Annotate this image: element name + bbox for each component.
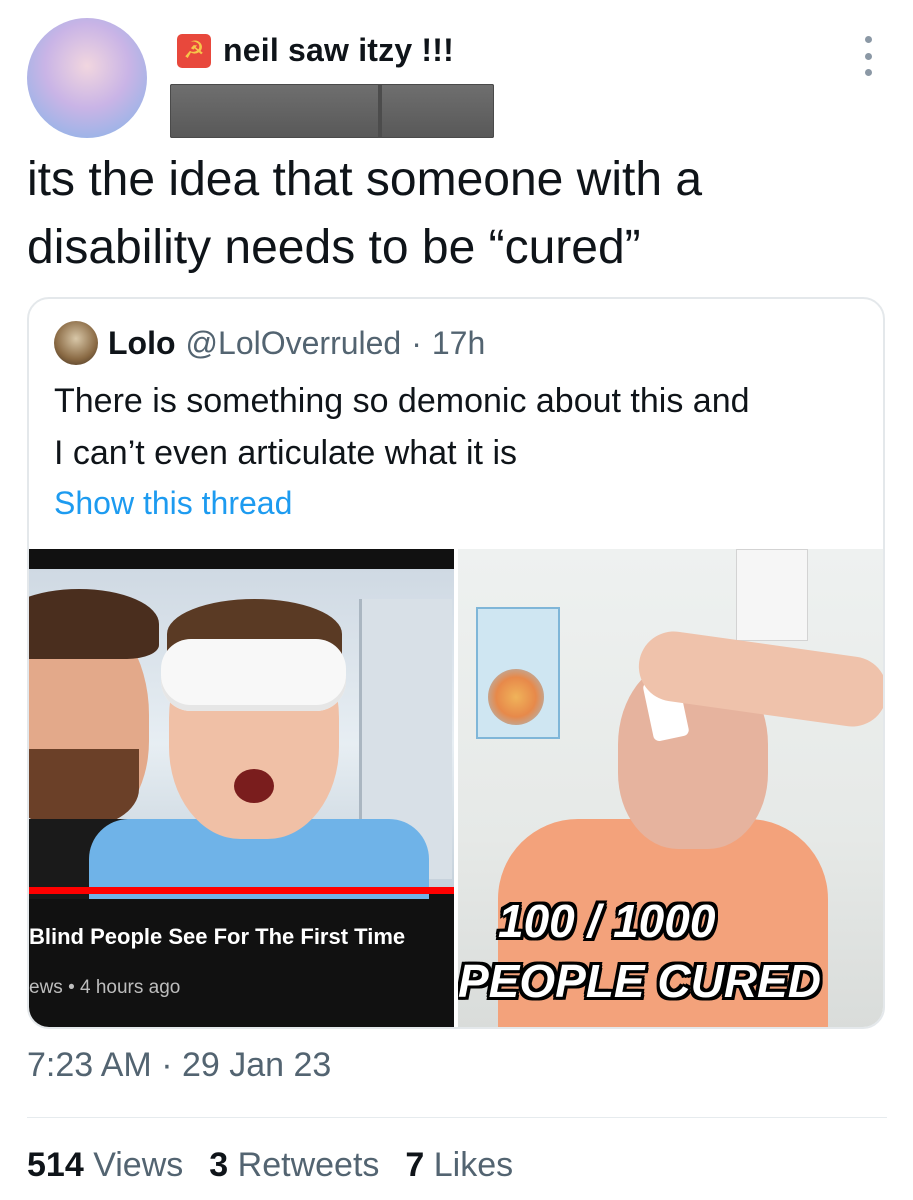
quote-separator: · xyxy=(411,324,422,361)
likes-stat[interactable]: 7 Likes xyxy=(405,1146,513,1185)
video-progress-bar xyxy=(29,887,454,894)
quote-header: Lolo @LolOverruled · 17h xyxy=(54,321,485,365)
more-options-icon[interactable] xyxy=(856,36,880,76)
quote-text-line-2: I can’t even articulate what it is xyxy=(54,434,518,472)
wall-poster-shape xyxy=(736,549,808,641)
likes-count: 7 xyxy=(405,1146,425,1184)
quoted-tweet-card[interactable]: Lolo @LolOverruled · 17h There is someth… xyxy=(27,297,885,1029)
views-stat[interactable]: 514 Views xyxy=(27,1146,183,1185)
overlay-counter-text: 100 / 1000 xyxy=(498,895,716,947)
video-meta: ews • 4 hours ago xyxy=(29,977,181,998)
video-title: Blind People See For The First Time xyxy=(29,924,406,949)
quote-text: There is something so demonic about this… xyxy=(54,375,864,479)
author-avatar[interactable] xyxy=(27,18,147,138)
author-row: ☭ neil saw itzy !!! xyxy=(177,32,454,69)
tweet-stats: 514 Views 3 Retweets 7 Likes xyxy=(27,1146,513,1185)
tweet-text: its the idea that someone with a disabil… xyxy=(27,146,887,282)
likes-label: Likes xyxy=(433,1146,514,1184)
overlay-cured-text: PEOPLE CURED xyxy=(458,955,821,1007)
boy-mouth-shape xyxy=(234,769,274,803)
views-label: Views xyxy=(93,1146,184,1184)
media-image-clinic[interactable]: 100 / 1000 PEOPLE CURED xyxy=(458,549,883,1027)
tweet-page: ☭ neil saw itzy !!! its the idea that so… xyxy=(0,0,913,1200)
quote-time[interactable]: 17h xyxy=(432,325,485,362)
man-hair-shape xyxy=(29,589,159,659)
redacted-handle-bar xyxy=(170,84,494,138)
tweet-text-line-1: its the idea that someone with a xyxy=(27,153,703,206)
thumbnail-scene xyxy=(29,569,454,899)
retweets-label: Retweets xyxy=(237,1146,380,1184)
views-count: 514 xyxy=(27,1146,84,1184)
media-image-video-thumbnail[interactable]: Blind People See For The First Time ews … xyxy=(29,549,454,1027)
eye-poster-shape xyxy=(476,607,560,739)
tweet-timestamp[interactable]: 7:23 AM · 29 Jan 23 xyxy=(27,1046,331,1085)
show-thread-link[interactable]: Show this thread xyxy=(54,485,292,522)
quote-author-name[interactable]: Lolo xyxy=(108,325,176,362)
retweets-count: 3 xyxy=(209,1146,229,1184)
quote-text-line-1: There is something so demonic about this… xyxy=(54,382,750,420)
footer-divider xyxy=(27,1117,887,1118)
author-name[interactable]: neil saw itzy !!! xyxy=(223,32,454,69)
quote-author-handle[interactable]: @LolOverruled xyxy=(186,325,402,362)
hammer-sickle-flag-icon: ☭ xyxy=(177,33,211,68)
man-beard-shape xyxy=(29,749,139,829)
retweets-stat[interactable]: 3 Retweets xyxy=(209,1146,379,1185)
quote-author-avatar[interactable] xyxy=(54,321,98,365)
quote-media-grid: Blind People See For The First Time ews … xyxy=(29,549,883,1027)
tweet-text-line-2: disability needs to be “cured” xyxy=(27,221,641,274)
headband-shape xyxy=(161,639,346,711)
